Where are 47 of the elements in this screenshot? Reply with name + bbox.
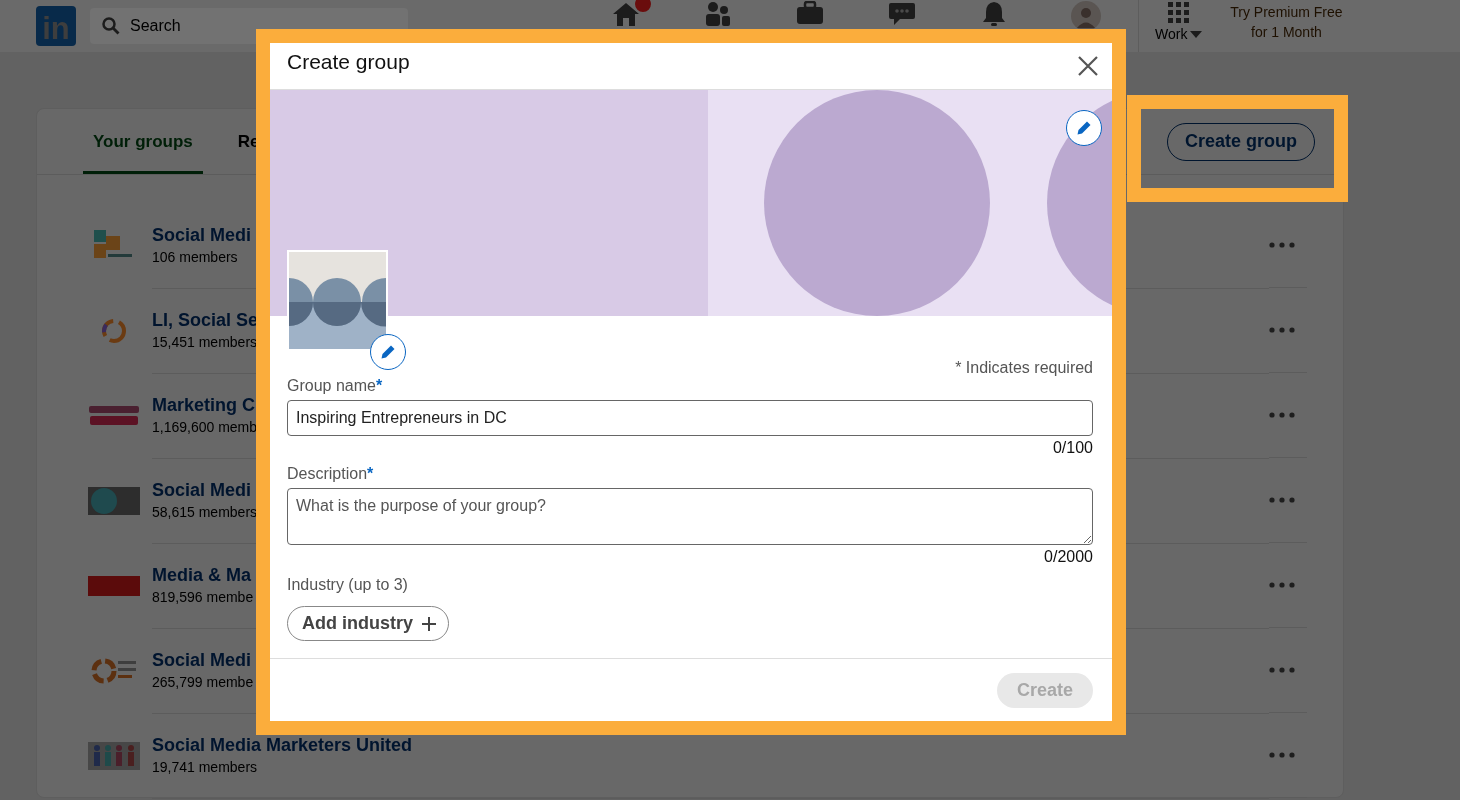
member-count: 19,741 members <box>152 759 258 775</box>
field-label: Group name* <box>287 377 384 395</box>
more-icon[interactable] <box>1269 497 1295 503</box>
more-icon[interactable] <box>1269 667 1295 673</box>
tab[interactable]: Your groups <box>83 109 203 174</box>
edit-logo-button[interactable] <box>370 334 406 370</box>
member-count: 15,451 members <box>152 334 258 350</box>
people-icon[interactable] <box>705 1 731 27</box>
premium-link[interactable]: Try Premium Free for 1 Month <box>1226 0 1347 42</box>
member-count: 819,596 membe <box>152 589 254 605</box>
pencil-icon <box>380 344 396 360</box>
chat-icon[interactable] <box>888 1 916 27</box>
more-icon[interactable] <box>1269 752 1295 758</box>
character-counter: 0/2000 <box>1044 548 1093 566</box>
member-count: 1,169,600 memb <box>152 419 258 435</box>
pencil-icon <box>1076 120 1092 136</box>
group-name-link[interactable]: Media & Ma <box>152 565 252 586</box>
group-name-link[interactable]: Social Media Marketers United <box>152 735 413 756</box>
group-name-link[interactable]: Social Medi <box>152 225 252 246</box>
field-label: Description* <box>287 465 375 483</box>
group-name-link[interactable]: LI, Social Se <box>152 310 259 331</box>
group-name-link[interactable]: Social Medi <box>152 480 252 501</box>
character-counter: 0/100 <box>1052 439 1093 457</box>
required-note: * Indicates required <box>955 359 1093 377</box>
more-icon[interactable] <box>1269 412 1295 418</box>
add-industry-button[interactable]: Add industry <box>287 606 449 641</box>
briefcase-icon[interactable] <box>796 1 824 25</box>
more-icon[interactable] <box>1269 582 1295 588</box>
description-field[interactable]: What is the purpose of your group? <box>287 488 1093 545</box>
plus-icon <box>422 616 436 631</box>
more-icon[interactable] <box>1269 242 1295 248</box>
work-menu[interactable]: Work <box>1155 0 1203 42</box>
more-icon[interactable] <box>1269 327 1295 333</box>
member-count: 58,615 members <box>152 504 258 520</box>
member-count: 265,799 membe <box>152 674 254 690</box>
avatar-icon[interactable] <box>1071 1 1101 31</box>
member-count: 106 members <box>152 249 238 265</box>
caret-icon <box>1190 30 1203 38</box>
grid-icon <box>1167 2 1190 24</box>
group-name-link[interactable]: Social Medi <box>152 650 252 671</box>
group-name-field[interactable]: Inspiring Entrepreneurs in DC <box>287 400 1093 436</box>
group-name-link[interactable]: Marketing C <box>152 395 256 416</box>
search-icon <box>102 17 120 35</box>
bell-icon[interactable] <box>981 1 1007 27</box>
dialog-title: Create group <box>287 50 410 74</box>
industry-label: Industry (up to 3) <box>287 576 409 594</box>
home-icon[interactable] <box>612 1 640 27</box>
